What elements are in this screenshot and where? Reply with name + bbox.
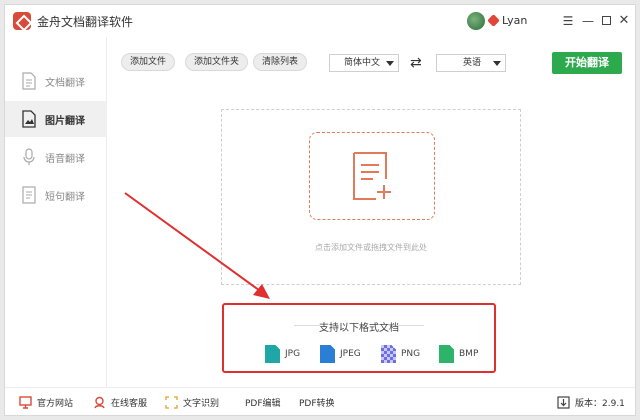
sidebar-item-label: 语音翻译	[45, 153, 85, 165]
app-logo-icon	[13, 12, 31, 30]
version-info: 版本：2.9.1	[557, 396, 625, 409]
format-label: PNG	[401, 349, 421, 359]
png-file-icon	[381, 345, 396, 363]
sidebar-item-image[interactable]: 图片翻译	[5, 101, 107, 137]
app-window: 金舟文档翻译软件 Lyan ☰ — ✕ 文档翻译 图片翻译 语音翻译 短句翻译 …	[4, 4, 636, 416]
target-language-select[interactable]: 英语	[436, 54, 506, 72]
sidebar-item-document[interactable]: 文档翻译	[5, 63, 107, 99]
sidebar-item-label: 文档翻译	[45, 77, 85, 89]
version-label: 版本：2.9.1	[575, 399, 625, 409]
pdf-edit-label: PDF编辑	[245, 399, 281, 409]
bottom-bar: 官方网站 在线客服 文字识别 PDF编辑 PDF转换 版本：2.9.1	[5, 387, 635, 415]
sidebar-item-label: 短句翻译	[45, 191, 85, 203]
pdf-convert-label: PDF转换	[299, 399, 335, 409]
format-png: PNG	[381, 345, 420, 363]
format-label: BMP	[459, 349, 479, 359]
text-icon	[21, 186, 37, 204]
maximize-icon[interactable]	[599, 14, 613, 28]
scan-icon	[165, 396, 178, 409]
sidebar: 文档翻译 图片翻译 语音翻译 短句翻译	[5, 37, 107, 387]
support-label: 在线客服	[111, 399, 148, 409]
supported-formats-box: 支持以下格式文档 JPG JPEG PNG BMP	[222, 303, 496, 373]
microphone-icon	[21, 148, 37, 166]
headset-icon	[93, 396, 106, 409]
swap-arrows-icon[interactable]: ⇄	[410, 55, 422, 71]
sidebar-item-label: 图片翻译	[45, 115, 85, 127]
add-file-button[interactable]: 添加文件	[121, 53, 176, 71]
image-icon	[21, 110, 37, 128]
format-bmp: BMP	[439, 345, 478, 363]
drop-hint-text: 点击添加文件或拖拽文件到此处	[315, 243, 427, 252]
add-file-area[interactable]	[309, 132, 435, 220]
clear-list-button[interactable]: 清除列表	[253, 53, 308, 71]
chevron-down-icon	[493, 61, 501, 66]
vip-badge-icon	[487, 14, 500, 27]
user-name[interactable]: Lyan	[502, 14, 527, 27]
download-icon	[557, 396, 570, 409]
file-drop-zone[interactable]: 点击添加文件或拖拽文件到此处	[221, 109, 521, 285]
title-bar: 金舟文档翻译软件 Lyan ☰ — ✕	[5, 5, 635, 37]
add-file-icon	[353, 152, 391, 200]
ocr-link[interactable]: 文字识别	[165, 396, 219, 409]
minimize-icon[interactable]: —	[581, 14, 595, 28]
format-label: JPEG	[340, 349, 361, 359]
add-folder-button[interactable]: 添加文件夹	[185, 53, 249, 71]
formats-title: 支持以下格式文档	[319, 323, 399, 334]
menu-icon[interactable]: ☰	[561, 14, 575, 28]
monitor-icon	[19, 396, 32, 409]
pdf-convert-link[interactable]: PDF转换	[299, 396, 335, 409]
sidebar-item-voice[interactable]: 语音翻译	[5, 139, 107, 175]
start-translate-button[interactable]: 开始翻译	[552, 52, 622, 74]
website-link[interactable]: 官方网站	[19, 396, 73, 409]
app-title: 金舟文档翻译软件	[37, 15, 134, 29]
jpeg-file-icon	[320, 345, 335, 363]
format-jpg: JPG	[265, 345, 300, 363]
chevron-down-icon	[386, 61, 394, 66]
document-icon	[21, 72, 37, 90]
pdf-edit-link[interactable]: PDF编辑	[245, 396, 281, 409]
ocr-label: 文字识别	[183, 399, 220, 409]
format-label: JPG	[285, 349, 301, 359]
bmp-file-icon	[439, 345, 454, 363]
jpg-file-icon	[265, 345, 280, 363]
source-language-select[interactable]: 简体中文	[329, 54, 399, 72]
close-icon[interactable]: ✕	[617, 14, 631, 28]
support-link[interactable]: 在线客服	[93, 396, 147, 409]
divider	[398, 325, 424, 326]
format-jpeg: JPEG	[320, 345, 361, 363]
source-language-value: 简体中文	[344, 58, 381, 68]
user-avatar[interactable]	[467, 12, 485, 30]
sidebar-item-sentence[interactable]: 短句翻译	[5, 177, 107, 213]
target-language-value: 英语	[463, 58, 482, 68]
website-label: 官方网站	[37, 399, 74, 409]
